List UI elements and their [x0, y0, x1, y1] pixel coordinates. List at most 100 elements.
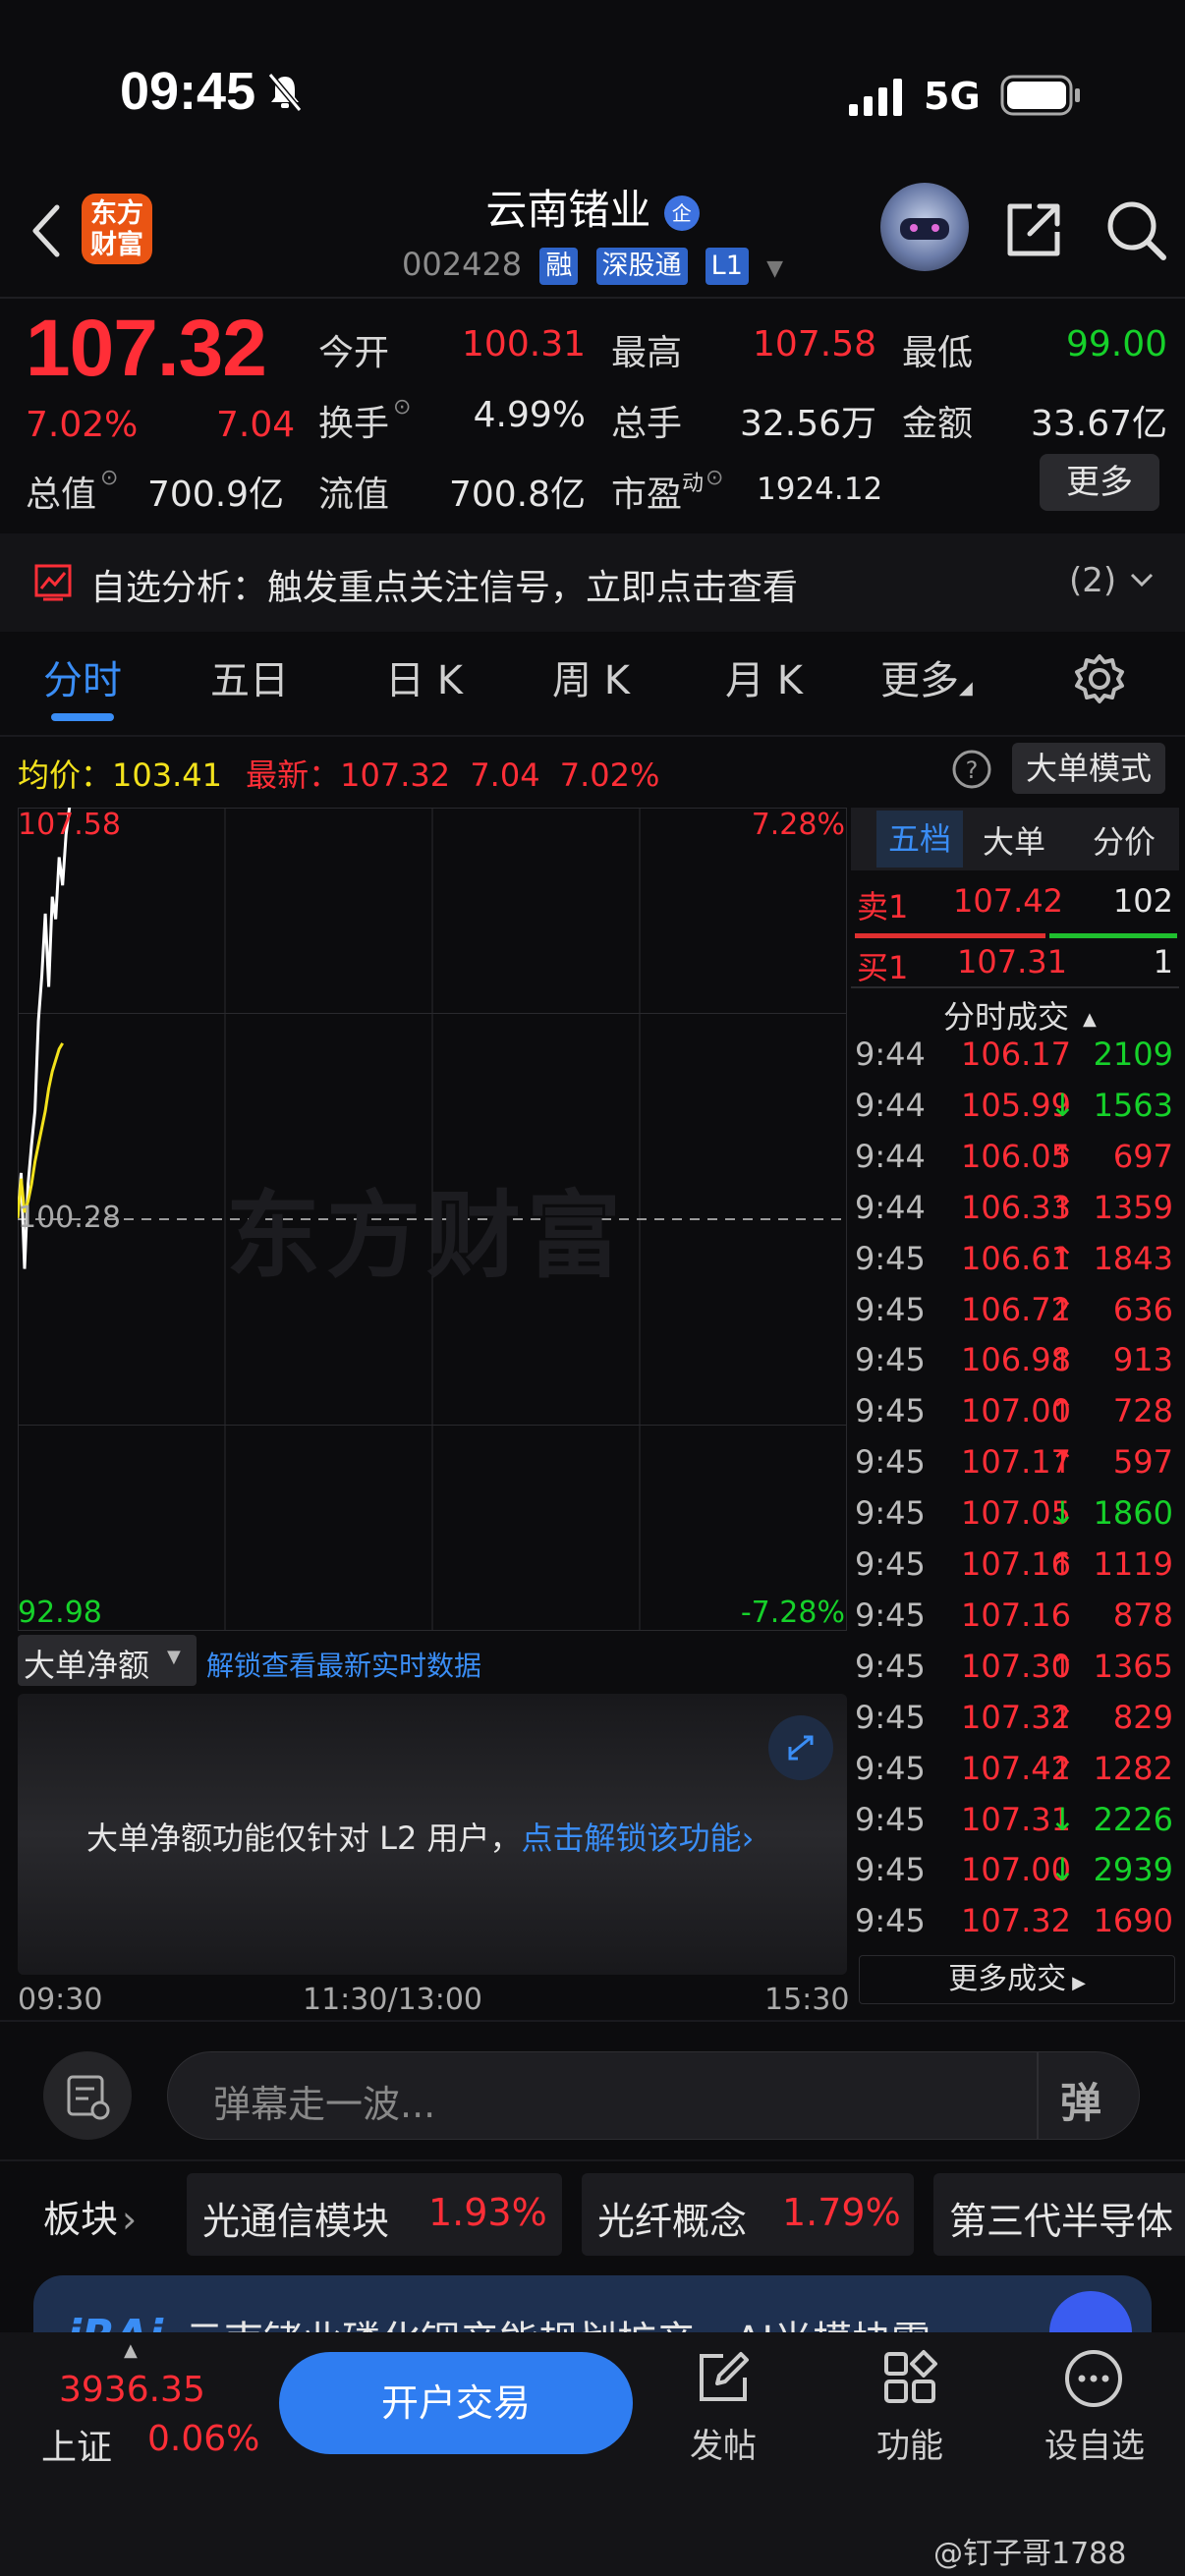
tab-five-levels[interactable]: 五档	[876, 811, 963, 868]
ask-1-row: 卖1 107.42 102	[857, 882, 1173, 925]
tab-monthly-k[interactable]: 月 K	[725, 648, 803, 705]
trade-arrow: ↑	[1049, 1545, 1076, 1583]
unlock-feature-link[interactable]: 点击解锁该功能	[522, 1820, 742, 1857]
trade-time: 9:45	[855, 1290, 926, 1328]
dropdown-icon[interactable]: ▼	[766, 256, 783, 281]
ask-bid-bar-green	[1049, 933, 1177, 938]
alert-count: (2)	[1069, 561, 1117, 600]
tab-daily-k[interactable]: 日 K	[385, 648, 463, 705]
tag-connect: 深股通	[595, 248, 688, 285]
tab-more[interactable]: 更多◢	[880, 648, 973, 705]
trade-time: 9:45	[855, 1698, 926, 1736]
search-icon[interactable]	[1102, 196, 1169, 263]
tab-weekly-k[interactable]: 周 K	[552, 648, 630, 705]
expand-icon[interactable]	[768, 1715, 833, 1780]
post-label[interactable]: 发帖	[674, 2419, 772, 2467]
banner-arrow-icon[interactable]	[1049, 2291, 1132, 2334]
trade-volume: 2226	[1093, 1800, 1173, 1838]
x-label-open: 09:30	[18, 1983, 103, 2017]
share-icon[interactable]	[1002, 198, 1065, 261]
open-account-trade-button[interactable]: 开户交易	[279, 2352, 633, 2454]
danmu-settings-icon[interactable]	[43, 2051, 132, 2140]
info-icon[interactable]: ⊙	[100, 466, 118, 490]
x-label-mid: 11:30/13:00	[303, 1983, 483, 2017]
trade-row: 9:44 106.17 2109	[855, 1036, 1179, 1087]
trade-volume: 913	[1112, 1341, 1173, 1379]
trade-time: 9:44	[855, 1086, 926, 1124]
robot-avatar-icon[interactable]	[880, 183, 969, 271]
pct-bottom-label: -7.28%	[740, 1596, 845, 1630]
trade-arrow: ↑	[1049, 1392, 1076, 1430]
danmu-toggle[interactable]: 弹	[1060, 2070, 1101, 2130]
index-name: 上证	[41, 2428, 113, 2468]
high-value: 107.58	[753, 324, 876, 364]
tab-big-orders[interactable]: 大单	[983, 817, 1045, 863]
trade-price: 106.17	[961, 1036, 1071, 1073]
trade-arrow: ↑	[1049, 1290, 1076, 1328]
big-order-select[interactable]: 大单净额 ▼	[18, 1635, 197, 1686]
trade-row: 9:45 107.30 ↑ 1365	[855, 1648, 1179, 1699]
trade-volume: 1563	[1093, 1086, 1173, 1124]
post-edit-icon[interactable]	[694, 2348, 753, 2407]
trade-row: 9:44 106.33 ↑ 1359	[855, 1189, 1179, 1240]
settings-gear-icon[interactable]	[1073, 652, 1126, 705]
trade-row: 9:45 107.05 ↓ 1860	[855, 1494, 1179, 1545]
unlock-link[interactable]: 解锁查看最新实时数据	[206, 1645, 481, 1684]
trades-title: 分时成交 ▲	[943, 998, 1097, 1036]
high-label: 最高	[611, 333, 683, 373]
trade-volume: 1690	[1093, 1902, 1173, 1940]
function-grid-icon[interactable]	[880, 2348, 939, 2407]
tab-price-distribution[interactable]: 分价	[1093, 817, 1156, 863]
status-time: 09:45	[120, 62, 256, 121]
trade-time: 9:45	[855, 1902, 926, 1940]
more-button[interactable]: 更多	[1040, 454, 1159, 511]
bell-muted-icon	[267, 73, 303, 112]
info-icon[interactable]: ⊙	[393, 395, 411, 420]
more-trades-button[interactable]: 更多成交 ▶	[859, 1955, 1175, 2004]
change-amount: 7.04	[216, 405, 296, 445]
watchlist-label[interactable]: 设自选	[1036, 2419, 1154, 2467]
tab-5day[interactable]: 五日	[210, 648, 289, 705]
trade-arrow: ↑	[1049, 1341, 1076, 1379]
analysis-alert[interactable]: 自选分析：触发重点关注信号，立即点击查看 (2)	[0, 533, 1185, 632]
trade-arrow: ↓	[1049, 1800, 1076, 1838]
trade-volume: 1365	[1093, 1647, 1173, 1685]
function-label[interactable]: 功能	[861, 2419, 959, 2467]
trade-volume: 597	[1112, 1443, 1173, 1482]
sectors-label[interactable]: 板块 ›	[43, 2189, 137, 2243]
tab-indicator	[51, 713, 114, 721]
open-label: 今开	[318, 333, 390, 373]
sector-chip[interactable]: 第三代半导体	[933, 2173, 1185, 2256]
battery-icon	[1000, 75, 1080, 116]
comment-input[interactable]: 弹幕走一波... 弹	[167, 2051, 1140, 2140]
y-bottom-label: 92.98	[18, 1596, 102, 1630]
turnover-label: 换手 ⊙	[318, 395, 412, 444]
trade-time: 9:45	[855, 1443, 926, 1482]
sector-chip[interactable]: 光通信模块 1.93%	[187, 2173, 562, 2256]
stock-code: 002428	[402, 246, 523, 283]
big-order-mode-button[interactable]: 大单模式	[1012, 743, 1165, 794]
ai-news-banner[interactable]: iRAi 云南锗业磷化铟产能规划扩产，AI光模块需	[33, 2275, 1152, 2334]
trade-time: 9:45	[855, 1647, 926, 1685]
index-up-icon: ▲	[124, 2340, 138, 2361]
info-icon[interactable]: ⊙	[705, 466, 723, 490]
trade-volume: 2109	[1093, 1036, 1173, 1073]
add-watchlist-icon[interactable]	[1063, 2348, 1124, 2409]
change-pct: 7.02%	[26, 405, 139, 445]
trade-row: 9:44 106.05 ↑ 697	[855, 1138, 1179, 1189]
help-icon[interactable]: ?	[951, 749, 992, 790]
trade-row: 9:45 107.32 1690	[855, 1902, 1179, 1953]
trade-time: 9:44	[855, 1188, 926, 1226]
trade-volume: 636	[1112, 1290, 1173, 1328]
weibo-watermark: @钉子哥1788	[933, 2537, 1127, 2571]
low-value: 99.00	[1065, 324, 1167, 364]
tab-intraday[interactable]: 分时	[43, 648, 122, 705]
trade-arrow: ↑	[1049, 1239, 1076, 1277]
ai-logo-icon: iRAi	[67, 2311, 163, 2334]
mktcap-label: 总值 ⊙	[26, 466, 119, 515]
trade-arrow: ↑	[1049, 1698, 1076, 1736]
trade-row: 9:45 107.00 ↑ 728	[855, 1392, 1179, 1443]
pe-label: 市盈动⊙	[611, 466, 724, 515]
sector-chip[interactable]: 光纤概念 1.79%	[582, 2173, 914, 2256]
trade-arrow: ↑	[1049, 1749, 1076, 1787]
